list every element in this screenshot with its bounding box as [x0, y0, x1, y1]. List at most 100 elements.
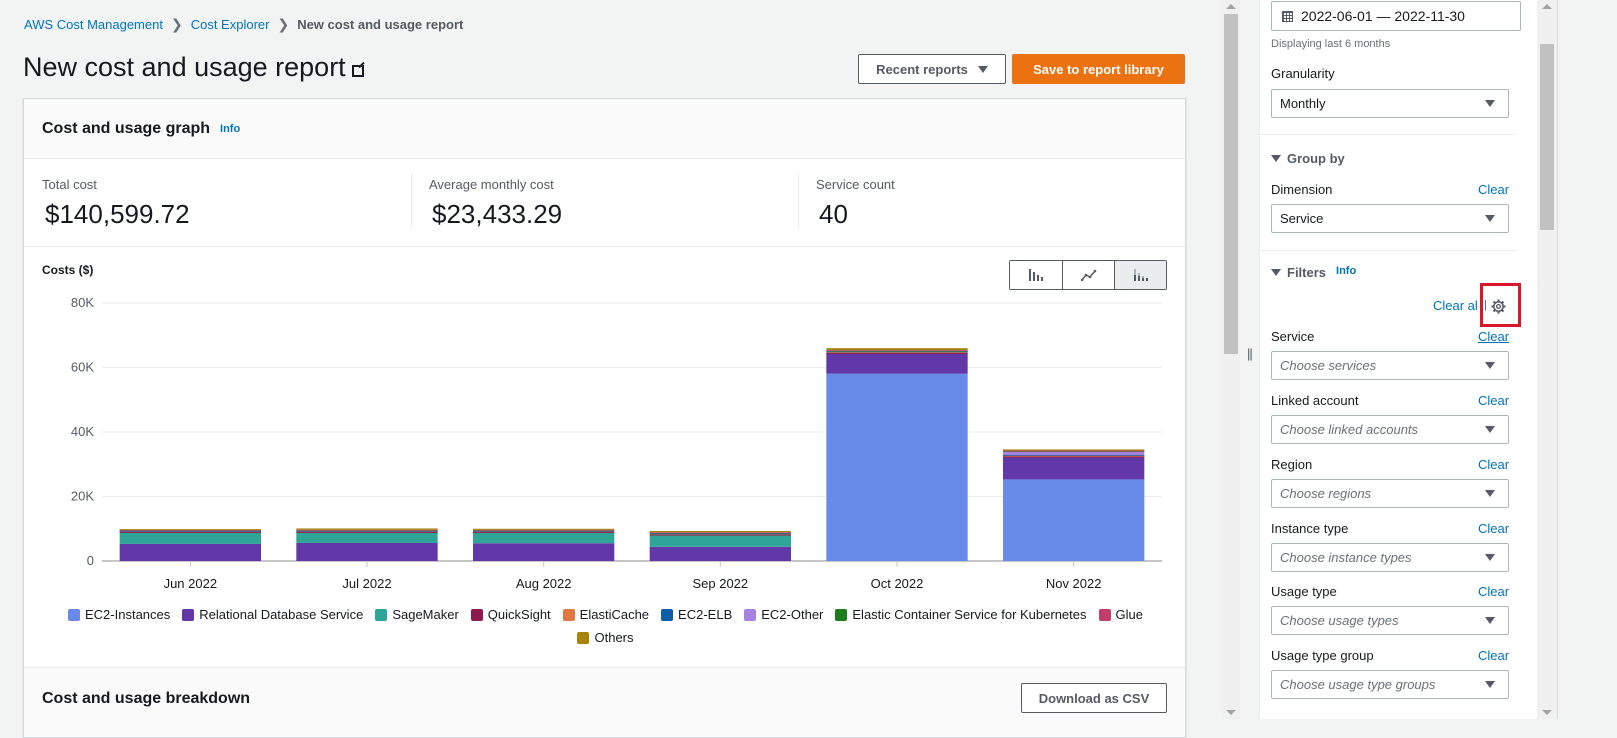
legend-label: EC2-ELB	[678, 607, 733, 622]
legend-swatch	[661, 608, 674, 621]
scroll-down-icon[interactable]	[1542, 710, 1552, 715]
panel-resize-handle[interactable]: ||	[1247, 346, 1253, 361]
bar-segment	[473, 531, 615, 533]
caret-down-icon	[1485, 554, 1495, 561]
legend-item[interactable]: QuickSight	[470, 607, 551, 622]
breakdown-title: Cost and usage breakdown	[42, 690, 251, 707]
usage-type-group-filter-select[interactable]: Choose usage type groups	[1271, 670, 1509, 699]
bar-segment	[826, 352, 968, 354]
breadcrumb-cost-explorer[interactable]: Cost Explorer	[191, 17, 270, 32]
legend-swatch	[562, 608, 575, 621]
legend-item[interactable]: EC2-ELB	[661, 607, 732, 622]
legend-label: EC2-Instances	[85, 607, 171, 622]
scroll-up-icon[interactable]	[1542, 4, 1552, 9]
legend-label: ElastiCache	[579, 607, 650, 622]
chevron-right-icon: ❯	[277, 16, 290, 32]
cost-usage-graph-panel: Cost and usage graph Info Total cost $14…	[23, 98, 1186, 738]
metric-service-count: Service count 40	[798, 159, 1185, 246]
chart-area: Costs ($) 0 20K 40K 60K 80K Jun 2022 Jul 2022 A…	[24, 247, 1185, 667]
usage-type-filter-select[interactable]: Choose usage types	[1271, 606, 1509, 635]
bar-segment	[826, 373, 968, 561]
date-range-hint: Displaying last 6 months	[1271, 38, 1391, 50]
report-parameters-sidebar: 2022-06-01 — 2022-11-30 Displaying last …	[1259, 0, 1537, 719]
y-tick-label: 0	[87, 553, 94, 568]
filter-placeholder: Choose linked accounts	[1280, 422, 1419, 437]
calendar-icon	[1282, 10, 1293, 22]
gear-icon[interactable]	[1491, 299, 1506, 314]
scroll-up-icon[interactable]	[1226, 4, 1236, 9]
legend-label: SageMaker	[392, 607, 459, 622]
info-link[interactable]: Info	[220, 123, 240, 135]
bar-segment	[649, 534, 791, 536]
bar-segment	[296, 532, 438, 543]
divider	[1260, 134, 1516, 135]
panel-header: Cost and usage graph Info	[24, 99, 1185, 159]
caret-down-icon	[1271, 269, 1281, 276]
scrollbar-thumb[interactable]	[1540, 44, 1554, 230]
filter-clear-link[interactable]: Clear	[1478, 521, 1509, 536]
metric-label: Total cost	[42, 177, 97, 192]
caret-down-icon	[1271, 155, 1281, 162]
x-tick-label: Aug 2022	[516, 576, 572, 591]
filters-title: Filters	[1287, 265, 1327, 280]
filter-clear-link[interactable]: Clear	[1478, 648, 1509, 663]
filter-clear-link[interactable]: Clear	[1478, 457, 1509, 472]
filters-toggle[interactable]: Filters Info	[1271, 265, 1356, 280]
filter-label: Region	[1271, 457, 1313, 472]
caret-down-icon	[1485, 362, 1495, 369]
filter-label: Linked account	[1271, 393, 1359, 408]
legend-item[interactable]: EC2-Instances	[68, 607, 170, 622]
download-csv-button[interactable]: Download as CSV	[1021, 683, 1167, 713]
y-tick-label: 40K	[71, 424, 94, 439]
sidebar-scrollbar[interactable]	[1537, 0, 1557, 719]
dimension-clear-link[interactable]: Clear	[1478, 182, 1509, 197]
scrollbar-thumb[interactable]	[1224, 14, 1238, 354]
region-filter-select[interactable]: Choose regions	[1271, 479, 1509, 508]
legend-swatch	[375, 608, 388, 621]
legend-item[interactable]: Elastic Container Service for Kubernetes	[835, 607, 1087, 622]
legend-swatch	[182, 608, 195, 621]
service-filter-select[interactable]: Choose services	[1271, 351, 1509, 380]
filter-clear-link[interactable]: Clear	[1478, 329, 1509, 344]
caret-down-icon	[1485, 617, 1495, 624]
granularity-select[interactable]: Monthly	[1271, 89, 1509, 118]
legend-item[interactable]: Relational Database Service	[182, 607, 363, 622]
scroll-down-icon[interactable]	[1226, 710, 1236, 715]
legend-item[interactable]: ElastiCache	[562, 607, 650, 622]
group-by-toggle[interactable]: Group by	[1271, 151, 1345, 166]
linked-account-filter-select[interactable]: Choose linked accounts	[1271, 415, 1509, 444]
legend-item[interactable]: Others	[577, 630, 634, 645]
bar-segment	[1003, 455, 1145, 456]
legend-item[interactable]: EC2-Other	[744, 607, 823, 622]
dimension-select[interactable]: Service	[1271, 204, 1509, 233]
date-range-picker[interactable]: 2022-06-01 — 2022-11-30	[1271, 1, 1521, 31]
recent-reports-label: Recent reports	[876, 61, 968, 77]
metric-label: Average monthly cost	[429, 177, 554, 192]
breadcrumb-aws-cost-management[interactable]: AWS Cost Management	[24, 17, 163, 32]
dimension-label: Dimension	[1271, 182, 1333, 197]
breadcrumb: AWS Cost Management ❯ Cost Explorer ❯ Ne…	[24, 16, 463, 33]
filter-clear-link[interactable]: Clear	[1478, 584, 1509, 599]
legend-swatch	[68, 608, 80, 621]
legend-item[interactable]: SageMaker	[375, 607, 459, 622]
bar-segment	[649, 532, 791, 534]
instance-type-filter-select[interactable]: Choose instance types	[1271, 543, 1509, 572]
bar-segment	[1003, 456, 1145, 458]
legend-item[interactable]: Glue	[1098, 607, 1143, 622]
filter-clear-link[interactable]: Clear	[1478, 393, 1509, 408]
bar-segment	[473, 532, 615, 544]
recent-reports-button[interactable]: Recent reports	[858, 54, 1006, 84]
y-tick-label: 80K	[71, 295, 94, 310]
clear-all-filters-link[interactable]: Clear al	[1433, 298, 1478, 313]
main-scrollbar[interactable]	[1222, 0, 1240, 719]
legend-label: QuickSight	[487, 607, 551, 622]
bar-segment	[473, 543, 615, 561]
x-tick-label: Jun 2022	[164, 576, 218, 591]
save-to-report-library-button[interactable]: Save to report library	[1012, 54, 1185, 84]
date-range-value: 2022-06-01 — 2022-11-30	[1301, 8, 1465, 24]
filters-info-link[interactable]: Info	[1336, 265, 1356, 277]
bar-segment	[119, 531, 262, 533]
filter-label: Usage type	[1271, 584, 1337, 599]
legend-swatch	[577, 631, 590, 644]
edit-icon[interactable]	[351, 64, 364, 77]
